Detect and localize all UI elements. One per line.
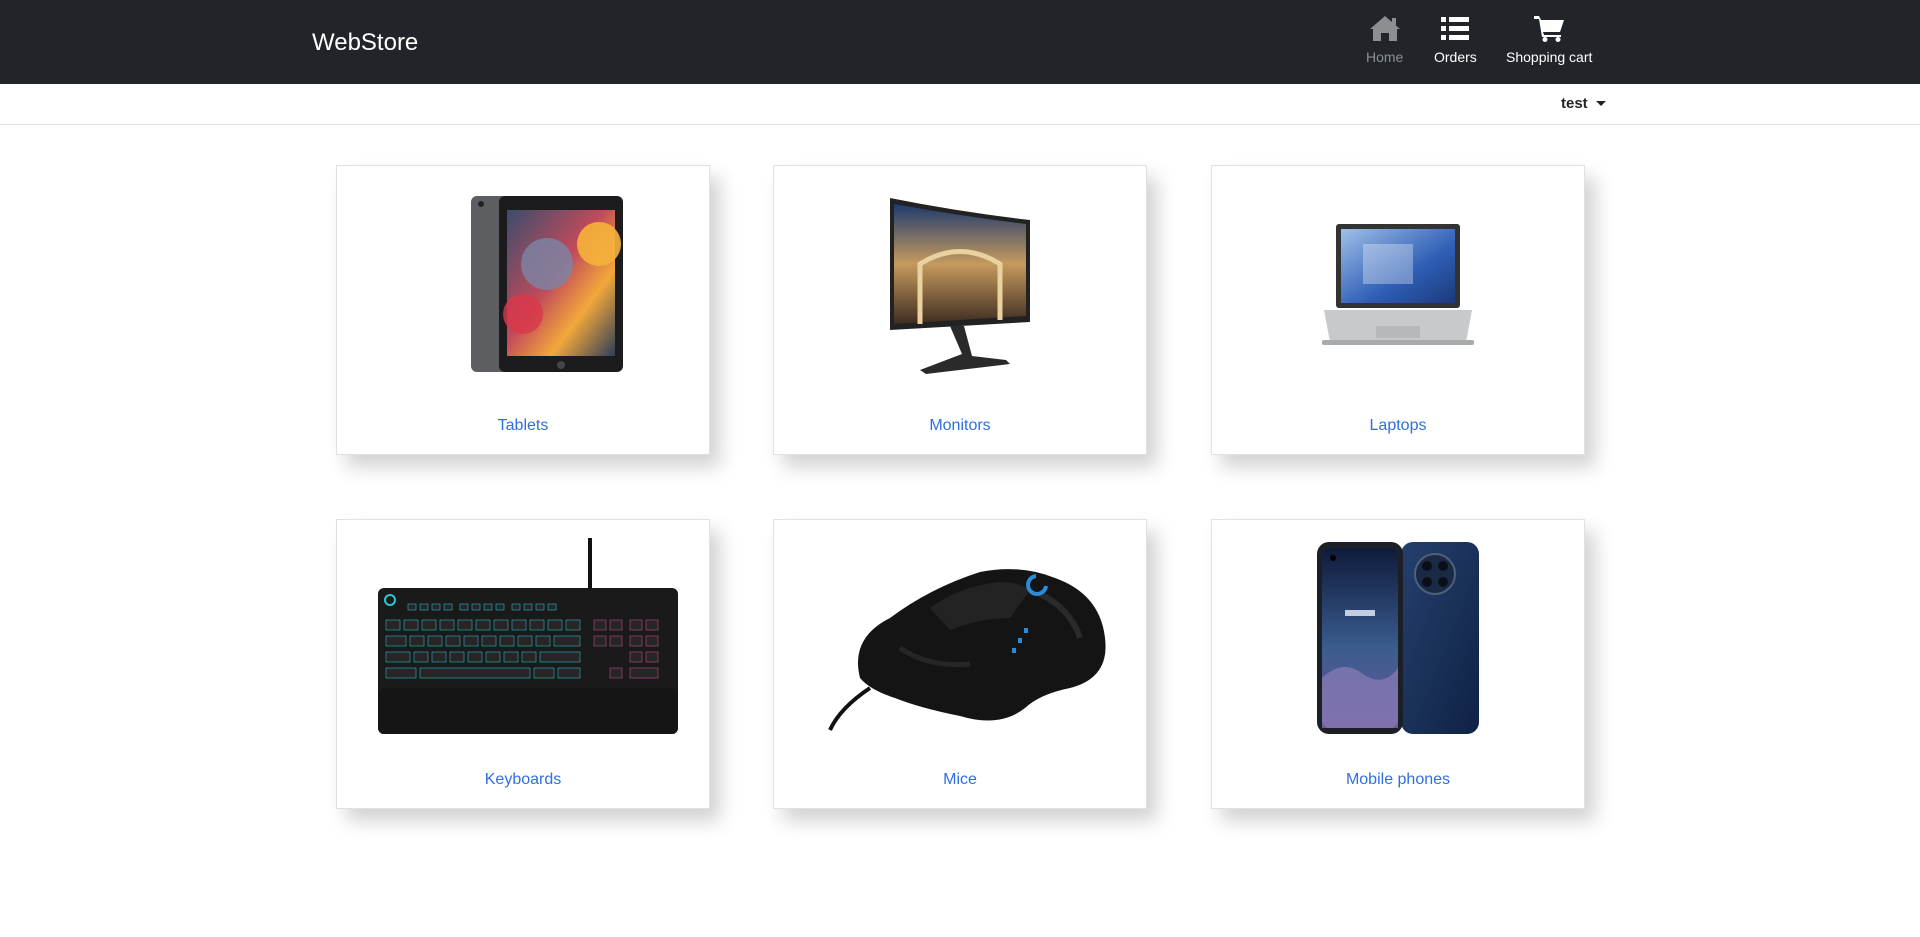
category-title-laptops[interactable]: Laptops: [1212, 416, 1584, 436]
caret-down-icon: [1595, 101, 1606, 106]
category-title-keyboards[interactable]: Keyboards: [337, 770, 709, 790]
nav-home[interactable]: Home: [1366, 14, 1403, 66]
top-navbar: WebStore Home Orders Shopping cart: [0, 0, 1920, 84]
brand-link[interactable]: WebStore: [312, 28, 418, 58]
category-card-monitors[interactable]: Monitors: [773, 165, 1147, 455]
nav-cart-label: Shopping cart: [1506, 49, 1593, 65]
category-title-mobile-phones[interactable]: Mobile phones: [1212, 770, 1584, 790]
tablet-image: [337, 184, 709, 384]
category-title-mice[interactable]: Mice: [774, 770, 1146, 790]
nav-cart[interactable]: Shopping cart: [1506, 14, 1592, 66]
laptop-image: [1212, 184, 1584, 384]
list-icon: [1441, 17, 1470, 40]
category-card-keyboards[interactable]: Keyboards: [336, 519, 710, 809]
monitor-image: [774, 184, 1146, 384]
category-card-mobile-phones[interactable]: Mobile phones: [1211, 519, 1585, 809]
keyboard-image: [337, 538, 709, 738]
username-label: test: [1561, 95, 1588, 112]
home-icon: [1369, 16, 1400, 41]
category-title-tablets[interactable]: Tablets: [337, 416, 709, 436]
user-dropdown[interactable]: test: [1561, 95, 1606, 112]
mouse-image: [774, 538, 1146, 738]
phone-image: [1212, 538, 1584, 738]
user-bar: test: [0, 84, 1920, 125]
nav-home-label: Home: [1366, 49, 1404, 65]
category-card-mice[interactable]: Mice: [773, 519, 1147, 809]
nav-orders[interactable]: Orders: [1434, 14, 1477, 66]
cart-icon: [1534, 16, 1565, 42]
category-card-laptops[interactable]: Laptops: [1211, 165, 1585, 455]
category-title-monitors[interactable]: Monitors: [774, 416, 1146, 436]
nav-orders-label: Orders: [1434, 49, 1477, 65]
category-card-tablets[interactable]: Tablets: [336, 165, 710, 455]
